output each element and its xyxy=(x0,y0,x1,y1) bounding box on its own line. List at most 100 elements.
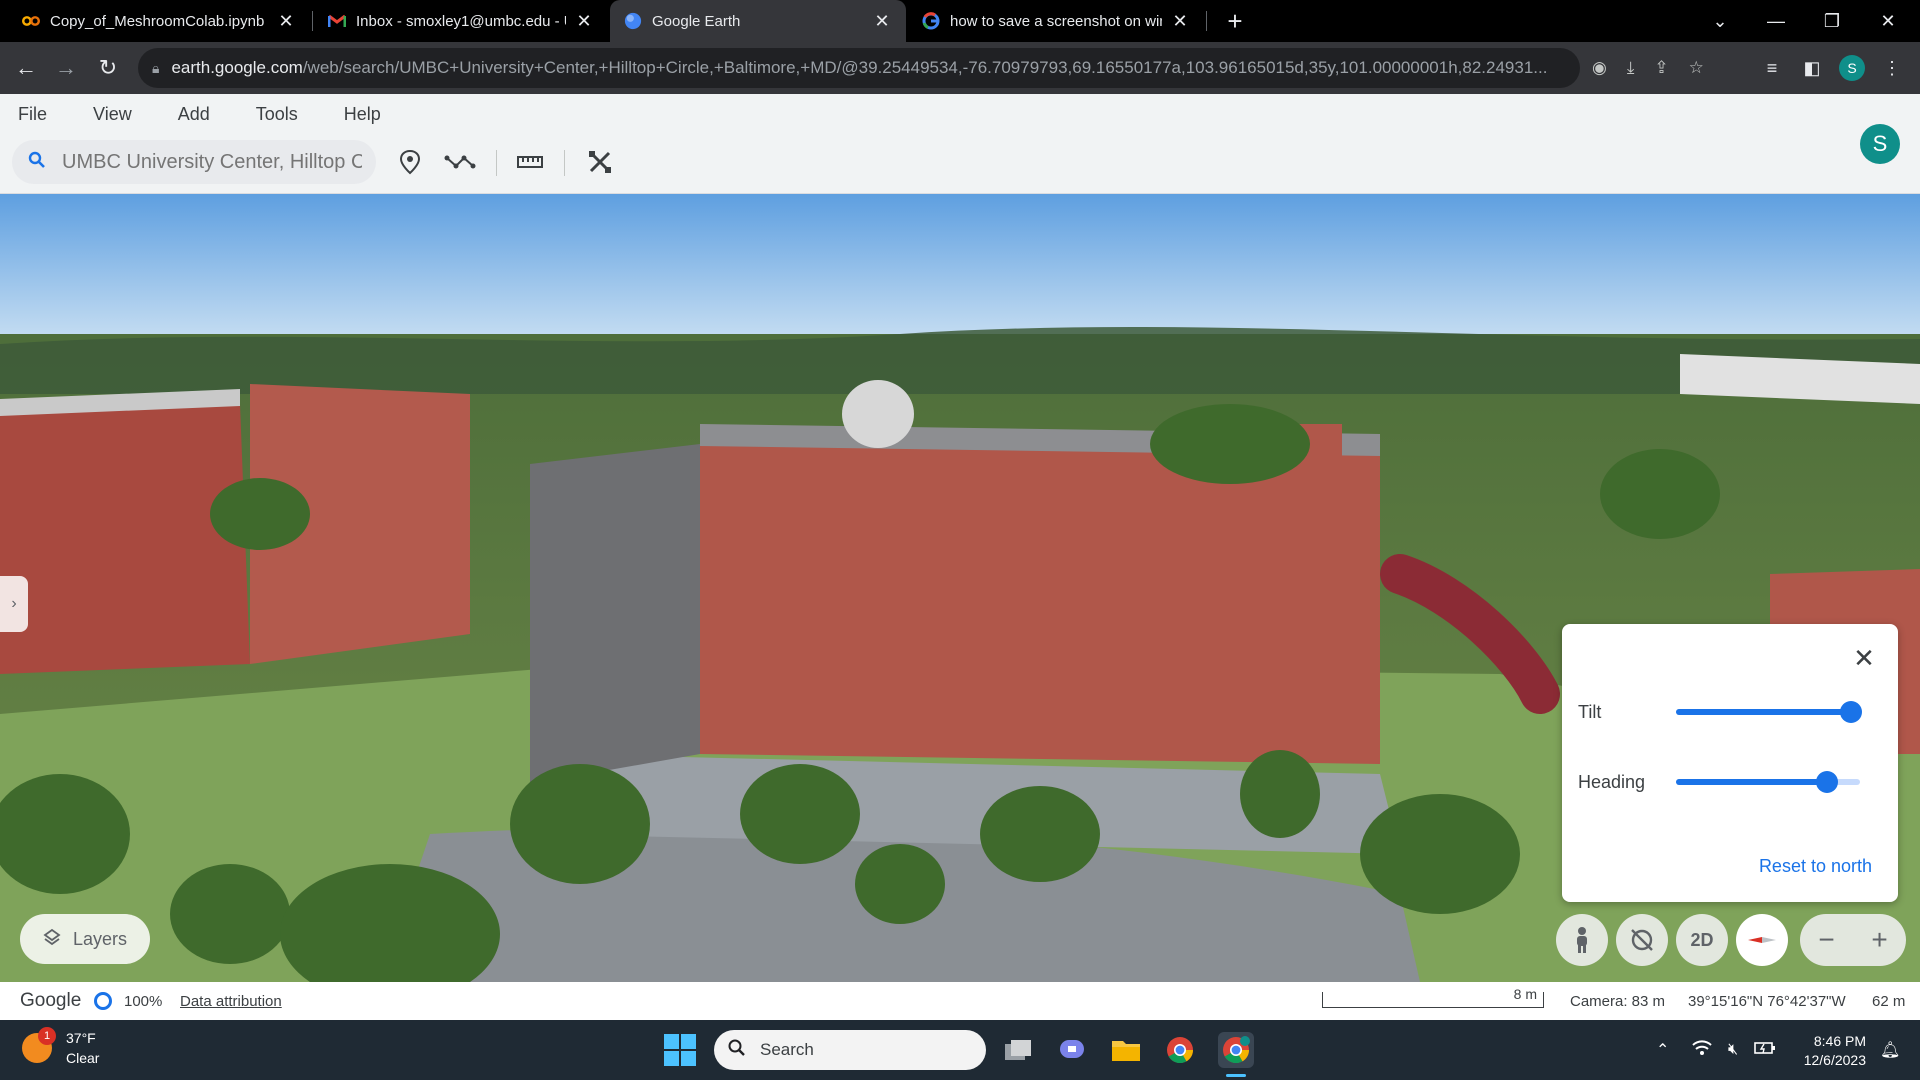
media-queue-icon[interactable]: ≡ xyxy=(1756,52,1788,84)
camera-altitude: Camera: 83 m xyxy=(1570,993,1666,1010)
chrome-profile-icon[interactable] xyxy=(1218,1032,1254,1068)
menu-help[interactable]: Help xyxy=(344,104,381,125)
side-panel-icon[interactable]: ◧ xyxy=(1796,52,1828,84)
url-text[interactable]: earth.google.com/web/search/UMBC+Univers… xyxy=(171,58,1580,78)
profile-avatar[interactable]: S xyxy=(1836,52,1868,84)
tab-title: how to save a screenshot on win xyxy=(950,12,1162,30)
system-tray[interactable]: 🔇︎ xyxy=(1692,1020,1776,1080)
tab-title: Google Earth xyxy=(652,12,741,30)
load-percent: 100% xyxy=(124,993,163,1010)
pegman-street-view-icon[interactable] xyxy=(1556,914,1608,966)
notification-badge: 1 xyxy=(38,1027,56,1045)
zoom-out-icon[interactable]: − xyxy=(1818,924,1834,956)
menu-file[interactable]: File xyxy=(18,104,47,125)
tab-gmail[interactable]: Inbox - smoxley1@umbc.edu - U ✕ xyxy=(314,0,608,42)
taskbar-search-label: Search xyxy=(760,1040,814,1059)
weather-description: Clear xyxy=(66,1050,100,1066)
account-avatar[interactable]: S xyxy=(1860,124,1900,164)
earth-menubar: File View Add Tools Help xyxy=(0,94,427,134)
tab-google-earth[interactable]: Google Earth ✕ xyxy=(610,0,906,42)
taskbar-search[interactable]: Search xyxy=(714,1030,986,1070)
location-blocked-icon[interactable]: ◉ xyxy=(1592,58,1607,78)
tab-colab[interactable]: Copy_of_MeshroomColab.ipynb ✕ xyxy=(8,0,310,42)
heading-slider-fill xyxy=(1676,779,1827,785)
battery-icon xyxy=(1754,1041,1776,1060)
earth-statusbar: Google 100% Data attribution 8 m Camera:… xyxy=(0,982,1920,1020)
browser-toolbar: ← → ↻ 🔒︎ earth.google.com/web/search/UMB… xyxy=(0,42,1920,94)
close-icon[interactable]: ✕ xyxy=(1852,645,1876,671)
new-tab-button[interactable]: + xyxy=(1220,6,1250,36)
data-attribution-link[interactable]: Data attribution xyxy=(180,993,282,1010)
close-icon[interactable]: ✕ xyxy=(1170,11,1190,32)
reset-to-north-link[interactable]: Reset to north xyxy=(1759,856,1872,877)
window-close-icon[interactable]: ✕ xyxy=(1860,0,1916,42)
tab-search-icon[interactable]: ⌄ xyxy=(1692,0,1748,42)
earth-search[interactable] xyxy=(12,140,376,184)
scale-label: 8 m xyxy=(1513,986,1537,1002)
close-icon[interactable]: ✕ xyxy=(276,11,296,32)
show-hidden-icons-chevron-icon[interactable]: ⌃ xyxy=(1656,1020,1669,1080)
forward-icon[interactable]: → xyxy=(50,52,82,84)
menu-add[interactable]: Add xyxy=(178,104,210,125)
menu-view[interactable]: View xyxy=(93,104,132,125)
tilt-slider-fill xyxy=(1676,709,1851,715)
url-host: earth.google.com xyxy=(171,58,303,77)
tilt-label: Tilt xyxy=(1578,702,1602,722)
address-bar[interactable]: 🔒︎ earth.google.com/web/search/UMBC+Univ… xyxy=(138,48,1580,88)
toolbar-divider xyxy=(496,150,497,176)
clock-date: 12/6/2023 xyxy=(1803,1052,1866,1068)
heading-label: Heading xyxy=(1578,772,1646,792)
lock-icon: 🔒︎ xyxy=(152,59,160,76)
heading-slider[interactable] xyxy=(1676,771,1860,793)
minimize-icon[interactable]: — xyxy=(1748,0,1804,42)
compass-icon[interactable] xyxy=(1736,914,1788,966)
share-icon[interactable]: ⇪ xyxy=(1654,58,1668,78)
layers-button[interactable]: Layers xyxy=(20,914,150,964)
active-app-indicator xyxy=(1226,1074,1246,1077)
camera-orientation-panel: ✕ Tilt Heading Reset to north xyxy=(1562,624,1898,902)
map-viewport[interactable]: › Layers ✕ Tilt Heading Reset to north 2… xyxy=(0,194,1920,982)
screen: Copy_of_MeshroomColab.ipynb ✕ Inbox - sm… xyxy=(0,0,1920,1080)
google-icon xyxy=(922,12,940,30)
earth-header: File View Add Tools Help S xyxy=(0,94,1920,194)
tab-title: Copy_of_MeshroomColab.ipynb xyxy=(50,12,265,30)
draw-path-icon[interactable] xyxy=(442,144,478,180)
install-app-icon[interactable]: ⤓ xyxy=(1627,58,1635,78)
restore-icon[interactable]: ❐ xyxy=(1804,0,1860,42)
browser-tabstrip: Copy_of_MeshroomColab.ipynb ✕ Inbox - sm… xyxy=(0,0,1920,42)
reload-icon[interactable]: ↻ xyxy=(92,52,124,84)
weather-widget[interactable]: 1 37°F Clear xyxy=(22,1027,100,1068)
back-icon[interactable]: ← xyxy=(10,52,42,84)
reset-tilt-icon[interactable] xyxy=(1616,914,1668,966)
search-input[interactable] xyxy=(62,150,362,174)
tools-icon[interactable] xyxy=(582,144,618,180)
windows-start-icon[interactable] xyxy=(664,1034,696,1066)
zoom-in-icon[interactable]: + xyxy=(1871,924,1887,956)
task-view-icon[interactable] xyxy=(1000,1032,1036,1068)
heading-slider-handle[interactable] xyxy=(1815,771,1838,793)
tab-title: Inbox - smoxley1@umbc.edu - U xyxy=(356,12,566,30)
chrome-menu-icon[interactable]: ⋮ xyxy=(1876,52,1908,84)
close-icon[interactable]: ✕ xyxy=(872,11,892,32)
bookmark-star-icon[interactable]: ☆ xyxy=(1689,58,1704,78)
toggle-2d-button[interactable]: 2D xyxy=(1676,914,1728,966)
sidebar-toggle-chevron-icon[interactable]: › xyxy=(0,576,28,632)
tab-divider xyxy=(312,11,313,31)
url-path: /web/search/UMBC+University+Center,+Hill… xyxy=(302,58,1548,77)
add-placemark-icon[interactable] xyxy=(392,144,428,180)
colab-icon xyxy=(22,12,40,30)
chrome-icon[interactable] xyxy=(1162,1032,1198,1068)
file-explorer-icon[interactable] xyxy=(1108,1032,1144,1068)
menu-tools[interactable]: Tools xyxy=(256,104,298,125)
ground-elevation: 62 m xyxy=(1872,993,1906,1010)
measure-ruler-icon[interactable] xyxy=(512,144,548,180)
system-clock[interactable]: 8:46 PM 12/6/2023 xyxy=(1780,1032,1866,1070)
tilt-slider[interactable] xyxy=(1676,701,1862,723)
notifications-icon[interactable]: 🔔︎ xyxy=(1880,1020,1900,1080)
teams-chat-icon[interactable] xyxy=(1054,1032,1090,1068)
tilt-slider-handle[interactable] xyxy=(1839,701,1862,723)
close-icon[interactable]: ✕ xyxy=(574,11,594,32)
volume-muted-icon: 🔇︎ xyxy=(1728,1041,1739,1058)
scale-bar[interactable]: 8 m xyxy=(1322,986,1544,1008)
tab-google-search[interactable]: how to save a screenshot on win ✕ xyxy=(908,0,1204,42)
